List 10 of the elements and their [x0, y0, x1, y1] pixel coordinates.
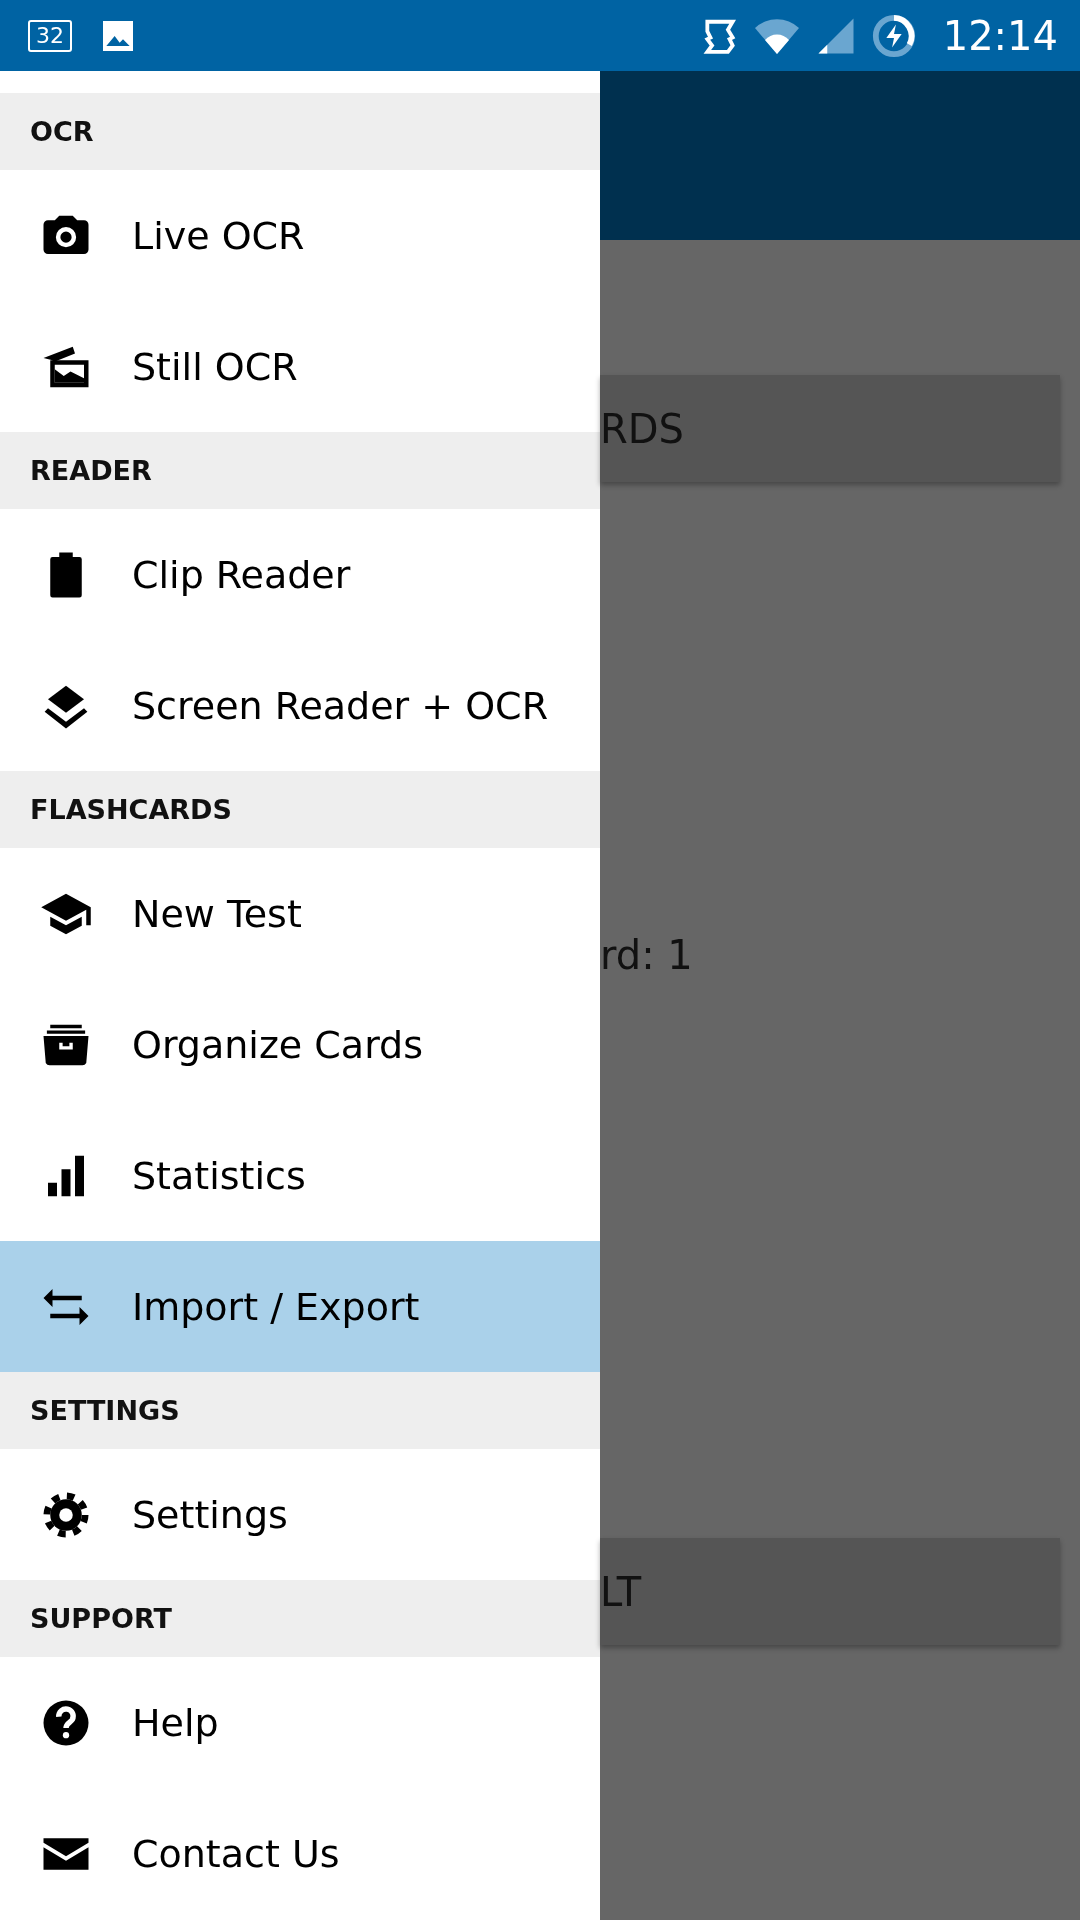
section-header: READER — [0, 432, 600, 509]
section-header: SETTINGS — [0, 1372, 600, 1449]
section-header: OCR — [0, 93, 600, 170]
clock: 12:14 — [942, 12, 1058, 59]
section-header: FLASHCARDS — [0, 771, 600, 848]
section-header: SUPPORT — [0, 1580, 600, 1657]
battery-charging-icon — [870, 12, 917, 59]
card-count-text: rd: 1 — [600, 932, 694, 978]
menu-item[interactable]: Import / Export — [0, 1241, 600, 1372]
notification-count: 32 — [28, 19, 72, 52]
